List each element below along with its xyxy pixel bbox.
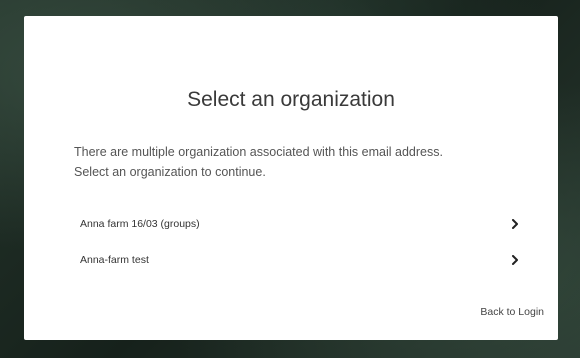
organization-name: Anna farm 16/03 (groups): [80, 218, 200, 230]
organization-list: Anna farm 16/03 (groups) Anna-farm test: [70, 206, 528, 278]
description-line-2: Select an organization to continue.: [74, 165, 266, 179]
back-to-login-link[interactable]: Back to Login: [480, 306, 544, 318]
dialog-description: There are multiple organization associat…: [74, 142, 534, 182]
organization-item-anna-farm-groups[interactable]: Anna farm 16/03 (groups): [70, 206, 528, 242]
description-line-1: There are multiple organization associat…: [74, 145, 443, 159]
chevron-right-icon: [510, 254, 520, 266]
organization-name: Anna-farm test: [80, 254, 149, 266]
organization-select-dialog: Select an organization There are multipl…: [24, 16, 558, 340]
organization-item-anna-farm-test[interactable]: Anna-farm test: [70, 242, 528, 278]
chevron-right-icon: [510, 218, 520, 230]
dialog-title: Select an organization: [187, 88, 395, 111]
